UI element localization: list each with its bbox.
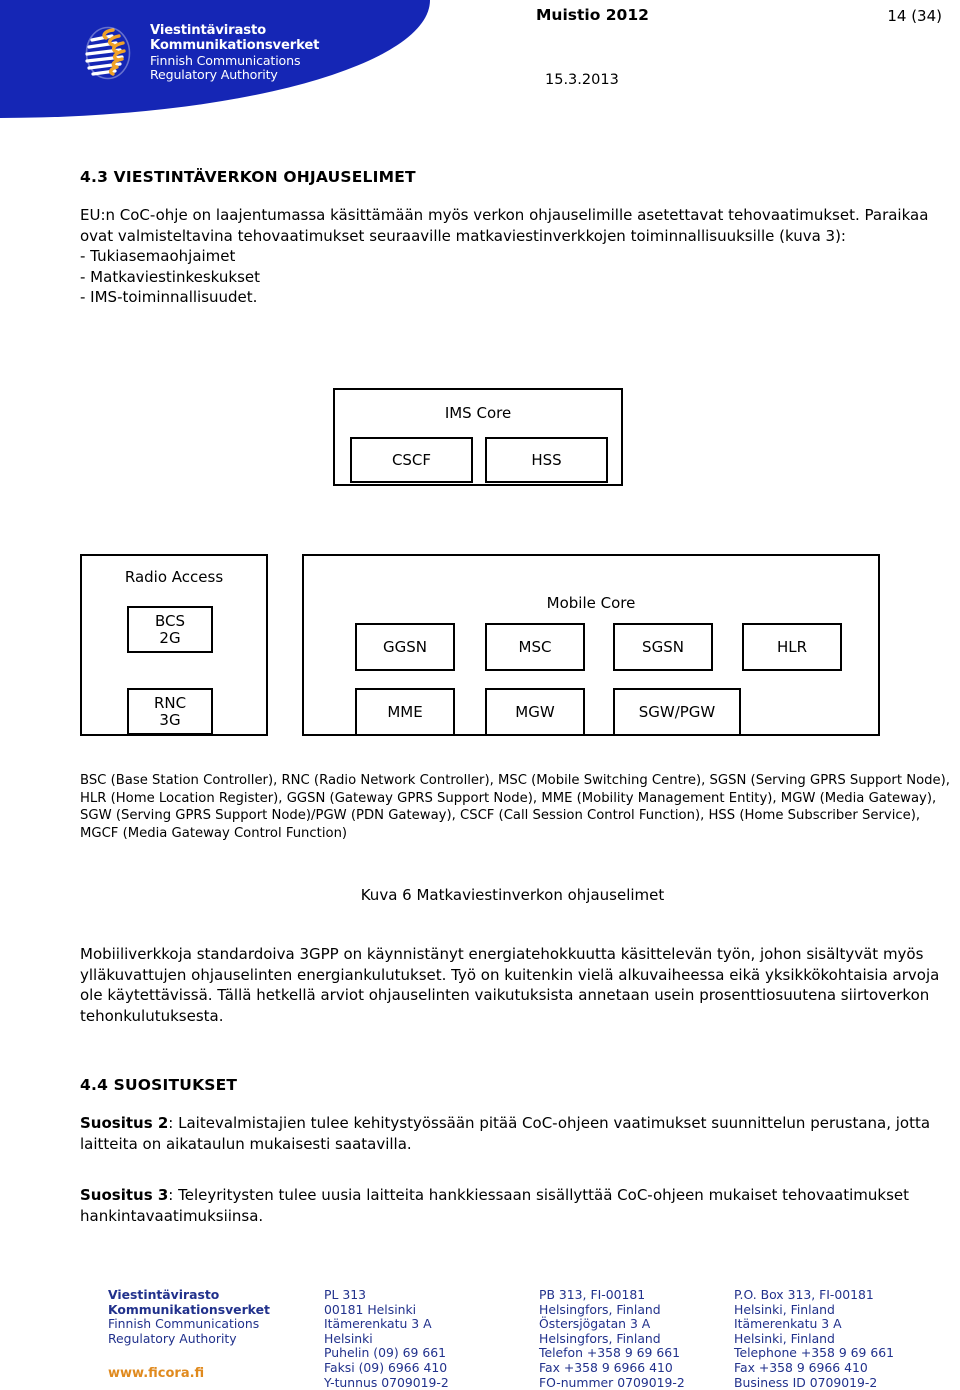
logo-line-4: Regulatory Authority [150,67,278,83]
footer-en-line-6: Fax +358 9 6966 410 [734,1359,868,1375]
footer-website-link[interactable]: www.ficora.fi [108,1367,324,1382]
node-rnc-3g: RNC 3G [127,688,213,735]
footer-en-line-2: Helsinki, Finland [734,1301,835,1317]
recommendation-3-text: : Teleyritysten tulee uusia laitteita ha… [80,1186,909,1225]
group-label-mobile-core: Mobile Core [546,594,636,612]
heading-section-4-3: 4.3 VIESTINTÄVERKON OHJAUSELIMET [80,168,416,186]
footer-org-sv: Kommunikationsverket [108,1301,270,1317]
node-sgsn: SGSN [613,623,713,671]
logo-wordmark: Viestintävirasto Kommunikationsverket Fi… [150,22,319,82]
node-hss: HSS [485,437,608,483]
network-architecture-diagram: IMS Core CSCF HSS Radio Access BCS 2G RN… [80,388,880,758]
node-msc: MSC [485,623,585,671]
footer-column-finnish: PL 313 00181 Helsinki Itämerenkatu 3 A H… [324,1287,539,1390]
footer-en-line-3: Itämerenkatu 3 A [734,1316,842,1332]
document-title: Muistio 2012 [536,6,649,24]
footer-org-fi: Viestintävirasto [108,1287,220,1302]
node-sgw-pgw: SGW/PGW [613,688,741,736]
footer-fi-line-1: PL 313 [324,1287,366,1302]
footer-en-line-4: Helsinki, Finland [734,1330,835,1346]
figure-caption: Kuva 6 Matkaviestinverkon ohjauselimet [360,886,665,904]
group-label-radio-access: Radio Access [124,568,224,586]
footer-sv-line-1: PB 313, FI-00181 [539,1287,646,1302]
footer-fi-line-7: Y-tunnus 0709019-2 [324,1374,449,1390]
document-date: 15.3.2013 [545,72,619,88]
organization-logo: Viestintävirasto Kommunikationsverket Fi… [82,22,319,82]
node-mme: MME [355,688,455,736]
node-label-mgw: MGW [515,702,555,721]
header-banner: Viestintävirasto Kommunikationsverket Fi… [0,0,430,118]
abbreviation-legend: BSC (Base Station Controller), RNC (Radi… [80,773,950,841]
footer-fi-line-5: Puhelin (09) 69 661 [324,1345,446,1361]
node-label-sgsn: SGSN [642,637,684,656]
footer-fi-line-2: 00181 Helsinki [324,1301,417,1317]
logo-line-3: Finnish Communications [150,52,301,68]
footer-en-line-1: P.O. Box 313, FI-00181 [734,1287,874,1302]
node-label-hss: HSS [531,450,562,469]
footer-column-english: P.O. Box 313, FI-00181 Helsinki, Finland… [734,1287,895,1390]
footer-en-line-5: Telephone +358 9 69 661 [734,1345,895,1361]
footer-sv-line-2: Helsingfors, Finland [539,1301,661,1317]
footer-sv-line-6: Fax +358 9 6966 410 [539,1359,673,1375]
logo-line-1: Viestintävirasto [150,23,267,38]
node-label-msc: MSC [518,637,552,656]
footer-sv-line-7: FO-nummer 0709019-2 [539,1374,685,1390]
node-sublabel-bcs: 2G [159,628,181,647]
footer-column-authority: Viestintävirasto Kommunikationsverket Fi… [108,1287,324,1390]
page-footer: Viestintävirasto Kommunikationsverket Fi… [108,1287,948,1390]
footer-fi-line-6: Faksi (09) 6966 410 [324,1359,448,1375]
footer-org-en-1: Finnish Communications [108,1316,260,1332]
node-ggsn: GGSN [355,623,455,671]
recommendation-3: Suositus 3: Teleyritysten tulee uusia la… [80,1185,940,1226]
node-hlr: HLR [742,623,842,671]
node-cscf: CSCF [350,437,473,483]
recommendation-2-text: : Laitevalmistajien tulee kehitystyössää… [80,1114,931,1153]
footer-column-swedish: PB 313, FI-00181 Helsingfors, Finland Ös… [539,1287,734,1390]
node-label-cscf: CSCF [391,450,432,469]
node-bcs-2g: BCS 2G [127,606,213,653]
footer-fi-line-4: Helsinki [324,1330,373,1346]
recommendation-3-label: Suositus 3 [80,1186,169,1204]
recommendation-2: Suositus 2: Laitevalmistajien tulee kehi… [80,1113,940,1154]
node-sublabel-rnc: 3G [159,710,181,729]
footer-sv-line-3: Östersjögatan 3 A [539,1316,651,1332]
node-label-hlr: HLR [776,637,808,656]
node-label-rnc: RNC [153,693,187,712]
page-number: 14 (34) [887,7,942,25]
node-label-ggsn: GGSN [383,637,427,656]
node-label-mme: MME [387,702,423,721]
recommendation-2-label: Suositus 2 [80,1114,169,1132]
footer-org-en-2: Regulatory Authority [108,1330,237,1346]
globe-logo-icon [85,26,131,80]
paragraph-3gpp: Mobiiliverkkoja standardoiva 3GPP on käy… [80,945,940,1025]
logo-line-2: Kommunikationsverket [150,37,320,53]
heading-section-4-4: 4.4 SUOSITUKSET [80,1076,238,1094]
footer-fi-line-3: Itämerenkatu 3 A [324,1316,432,1332]
intro-paragraph: EU:n CoC-ohje on laajentumassa käsittämä… [80,206,929,306]
node-mgw: MGW [485,688,585,736]
footer-sv-line-5: Telefon +358 9 69 661 [539,1345,681,1361]
node-label-sgw-pgw: SGW/PGW [638,702,716,721]
footer-sv-line-4: Helsingfors, Finland [539,1330,661,1346]
footer-en-line-7: Business ID 0709019-2 [734,1374,878,1390]
group-label-ims-core: IMS Core [444,404,512,422]
node-label-bcs: BCS [154,611,186,630]
